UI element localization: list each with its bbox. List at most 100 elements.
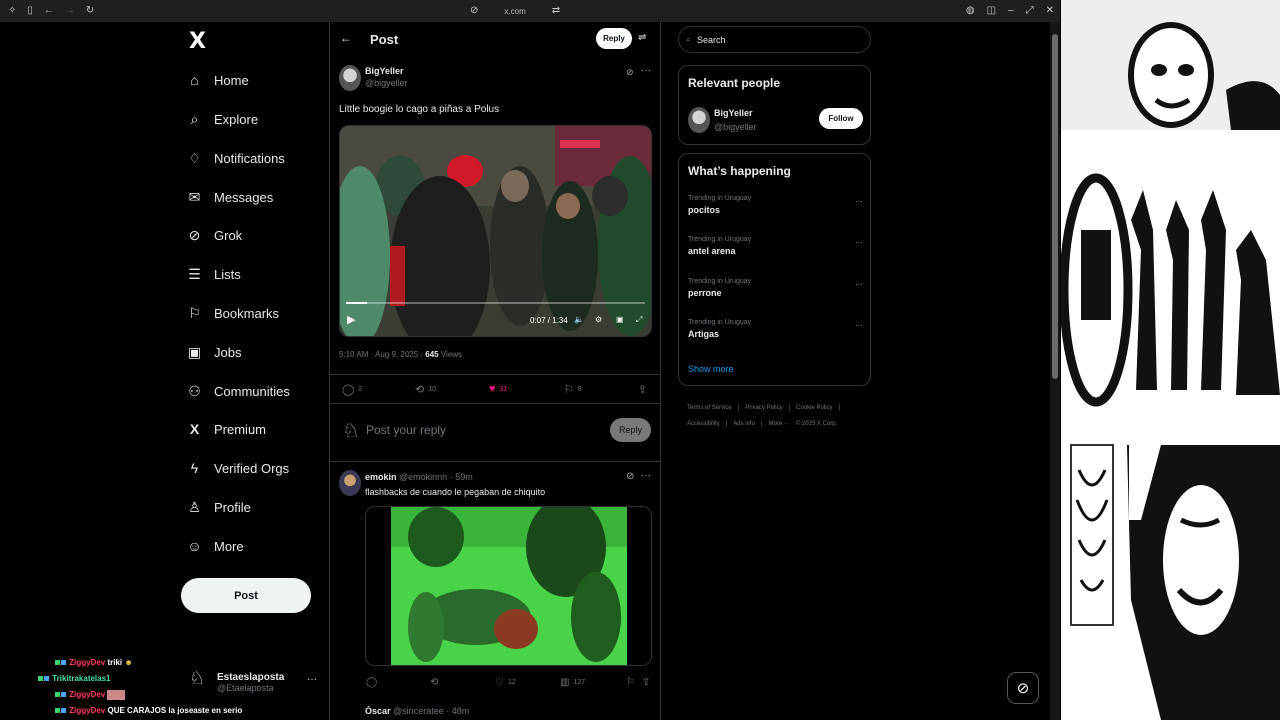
like-action[interactable]: ♥ 31 [489,383,507,395]
post-timestamp[interactable]: 5:10 AM · Aug 9, 2025 · [339,350,425,359]
forward-arrow-icon[interactable]: → [65,6,75,16]
bookmark-icon[interactable]: ⚐ [626,677,635,688]
share-icon[interactable]: ⇄ [552,6,560,16]
footer-link-cookies[interactable]: Cookie Policy [796,405,832,411]
grok-floating-button[interactable]: ⊘ [1007,672,1039,704]
nav-item-lists[interactable]: ☰ Lists [187,266,241,283]
minimize-icon[interactable]: – [1008,6,1014,16]
share-icon[interactable]: ⇪ [638,383,647,396]
views-count: 645 [425,350,439,359]
trend-item[interactable]: Trending in Uruguay perrone ··· [688,278,863,298]
video-player[interactable]: ▶ 0:07 / 1:34 🔈 ⚙ ▣ ⤢ [339,125,652,337]
reply-button[interactable]: Reply [596,28,632,49]
repost-action[interactable]: ⟲ [430,677,438,688]
chat-badge [61,708,66,713]
settings-gear-icon[interactable]: ⚙ [595,315,602,324]
search-input[interactable]: ⌕ Search [678,26,871,53]
nav-item-messages[interactable]: ✉ Messages [187,189,274,206]
reply-text: flashbacks de cuando le pegaban de chiqu… [365,487,546,497]
chat-user: Trikitrakatelas1 [52,674,111,683]
footer-link-privacy[interactable]: Privacy Policy [745,405,782,411]
post-button[interactable]: Post [181,578,311,613]
footer-link-more[interactable]: More ··· [769,421,790,427]
grok-icon[interactable]: ⊘ [626,471,634,482]
grok-icon[interactable]: ⊘ [626,67,634,78]
nav-item-profile[interactable]: ♙ Profile [187,499,251,516]
reply-author-name[interactable]: emokin [365,472,397,482]
back-arrow-icon[interactable]: ← [340,31,352,45]
nav-item-grok[interactable]: ⊘ Grok [187,227,243,244]
close-window-icon[interactable]: ✕ [1046,6,1054,16]
page-title: Post [370,32,399,47]
volume-icon[interactable]: 🔈 [574,315,584,324]
nav-item-bookmarks[interactable]: ⚐ Bookmarks [187,305,279,322]
trend-topic: perrone [688,288,722,298]
back-arrow-icon[interactable]: ← [44,6,54,16]
bookmark-icon: ⚐ [564,384,574,396]
nav-item-jobs[interactable]: ▣ Jobs [187,344,242,361]
more-dots-icon[interactable]: ··· [307,674,317,685]
footer-link-accessibility[interactable]: Accessibility [687,421,720,427]
nav-item-premium[interactable]: X Premium [187,421,266,437]
reply-author[interactable]: emokin @emokinnn · 59m [365,472,473,482]
x-logo-icon[interactable]: X [189,29,206,54]
nav-item-home[interactable]: ⌂ Home [187,72,248,88]
reply-action[interactable]: ◯ [366,677,377,688]
extensions-icon[interactable]: ✧ [8,6,16,16]
emoji-icon: ☻ [124,658,133,667]
play-icon[interactable]: ▶ [347,313,355,326]
scrollbar-thumb[interactable] [1052,34,1058,379]
footer-link-terms[interactable]: Terms of Service [687,405,732,411]
more-dots-icon[interactable]: ··· [641,65,651,76]
footer-separator: | [788,405,791,411]
post-author[interactable]: BigYeller @bigyeller [365,66,408,88]
reply-submit-button[interactable]: Reply [610,418,651,442]
picture-in-picture-icon[interactable]: ▣ [616,315,624,324]
avatar[interactable] [339,470,361,496]
avatar[interactable] [688,107,710,133]
author-name[interactable]: BigYeller [365,66,408,76]
bookmark-action[interactable]: ⚐ 8 [564,383,582,396]
next-author-name[interactable]: Òscar [365,706,391,716]
avatar[interactable] [339,65,361,91]
nav-item-notifications[interactable]: ♢ Notifications [187,150,285,167]
reply-action[interactable]: ◯ 2 [342,383,362,396]
sidebar-toggle-icon[interactable]: ▯ [27,6,33,16]
nav-item-more[interactable]: ☺ More [187,538,243,554]
follow-button[interactable]: Follow [819,108,863,129]
trend-item[interactable]: Trending in Uruguay Artigas ··· [688,319,863,339]
trend-item[interactable]: Trending in Uruguay pocitos ··· [688,195,863,215]
footer-link-ads-info[interactable]: Ads info [733,421,755,427]
relevant-name[interactable]: BigYeller [714,108,753,118]
views-action[interactable]: ▥ 127 [560,677,585,688]
more-dots-icon[interactable]: ··· [855,321,863,330]
fullscreen-icon[interactable]: ⤢ [636,315,642,325]
more-dots-icon[interactable]: ··· [641,470,651,481]
nav-item-communities[interactable]: ⚇ Communities [187,383,290,400]
repost-action[interactable]: ⟲ 10 [415,383,436,396]
more-dots-icon[interactable]: ··· [855,238,863,247]
reply-input[interactable]: Post your reply [366,423,446,437]
restore-icon[interactable]: ⤢ [1026,6,1034,16]
globe-icon[interactable]: ◍ [966,6,975,16]
relevant-handle[interactable]: @bigyeller [714,122,757,132]
split-view-icon[interactable]: ◫ [987,6,996,16]
like-action[interactable]: ♡ 12 [495,677,516,688]
settings-sliders-icon[interactable]: ⇌ [638,32,646,43]
more-dots-icon[interactable]: ··· [855,197,863,206]
reload-icon[interactable]: ↻ [86,6,94,16]
trend-location: Trending in Uruguay [688,278,752,285]
video-progress-bar[interactable] [346,302,645,304]
video-time: 0:07 / 1:34 [530,316,568,325]
address-bar[interactable]: x.com [504,7,525,16]
more-dots-icon[interactable]: ··· [855,280,863,289]
show-more-link[interactable]: Show more [688,364,734,374]
share-icon[interactable]: ⇪ [642,677,650,688]
nav-item-explore[interactable]: ⌕ Explore [187,111,259,128]
next-reply-author[interactable]: Òscar @sinceratee · 48m [365,706,469,716]
author-handle[interactable]: @bigyeller [365,78,408,88]
reply-media[interactable] [365,506,652,666]
page-scrollbar[interactable] [1050,22,1060,720]
trend-item[interactable]: Trending in Uruguay antel arena ··· [688,236,863,256]
nav-item-verified-orgs[interactable]: ϟ Verified Orgs [187,460,289,476]
